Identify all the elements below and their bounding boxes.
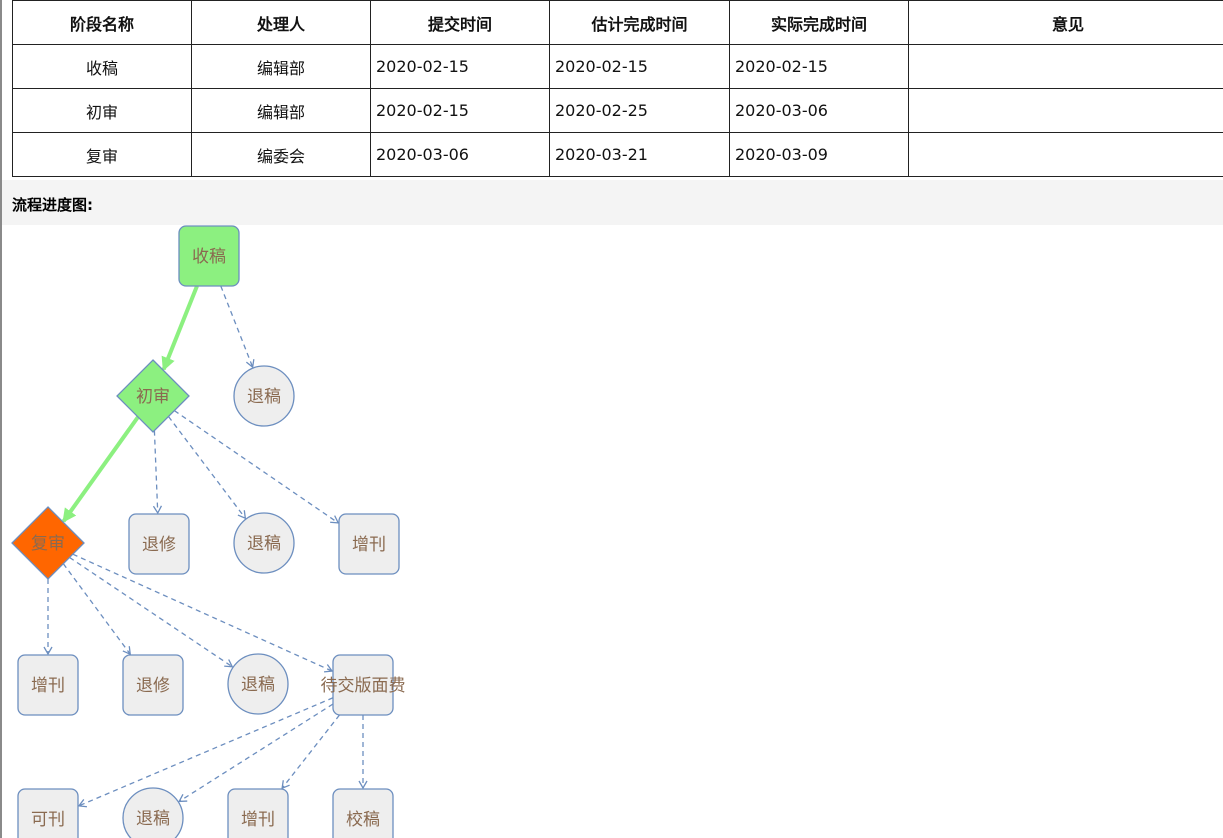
flow-node-label: 增刊 — [241, 810, 275, 830]
flow-node-tuigao1[interactable]: 退稿 — [233, 365, 295, 427]
flow-node-label: 退修 — [142, 535, 176, 555]
flow-node-label: 校稿 — [346, 810, 380, 830]
flow-edge-possible — [62, 563, 132, 656]
flow-node-daijiao[interactable]: 待交版面费 — [321, 654, 406, 716]
flow-node-kekan[interactable]: 可刊 — [17, 788, 79, 838]
flow-node-label: 退稿 — [247, 387, 281, 407]
flow-edge-possible — [77, 697, 334, 808]
flow-edge-possible — [152, 430, 163, 515]
flow-node-label: 增刊 — [352, 535, 386, 555]
flow-node-label: 待交版面费 — [321, 676, 406, 696]
flow-diagram: 收稿退稿初审退修 退稿 增刊复审增刊 退修 退稿 待交版面费可刊 退稿 增刊 校稿 — [11, 225, 406, 838]
flow-node-zengkan1[interactable]: 增刊 — [338, 513, 400, 575]
flow-node-label: 初审 — [136, 387, 170, 407]
flow-node-fushen[interactable]: 复审 — [11, 506, 85, 580]
flow-edges — [43, 285, 368, 808]
flow-node-label: 复审 — [31, 534, 65, 554]
flow-node-label: 可刊 — [31, 810, 65, 830]
flow-node-tuigao3[interactable]: 退稿 — [227, 653, 289, 715]
flow-node-label: 收稿 — [192, 247, 226, 267]
flow-node-label: 增刊 — [31, 676, 65, 696]
flow-node-zengkan3[interactable]: 增刊 — [227, 788, 289, 838]
flow-edge-possible — [281, 714, 341, 790]
flow-edge-possible — [173, 410, 340, 524]
flow-node-label: 退稿 — [136, 809, 170, 829]
flow-node-chushen[interactable]: 初审 — [116, 359, 190, 433]
flow-node-label: 退修 — [136, 676, 170, 696]
flow-node-tuixiu1[interactable]: 退修 — [128, 513, 190, 575]
flow-edge-completed — [61, 415, 140, 523]
flow-node-label: 退稿 — [247, 534, 281, 554]
flow-edge-possible — [220, 285, 255, 369]
flow-node-zengkan2[interactable]: 增刊 — [17, 654, 79, 716]
flow-nodes: 收稿退稿初审退修 退稿 增刊复审增刊 退修 退稿 待交版面费可刊 退稿 增刊 校稿 — [11, 225, 406, 838]
flow-node-tuigao4[interactable]: 退稿 — [122, 787, 184, 838]
flow-node-tuixiu2[interactable]: 退修 — [122, 654, 184, 716]
flow-node-label: 退稿 — [241, 675, 275, 695]
flow-node-shougao[interactable]: 收稿 — [178, 225, 240, 287]
flow-node-tuigao2[interactable]: 退稿 — [233, 512, 295, 574]
flow-node-jiaogao[interactable]: 校稿 — [332, 788, 394, 838]
flow-edge-completed — [161, 285, 199, 372]
flow-edge-possible — [167, 416, 247, 520]
flow-edge-possible — [72, 553, 334, 673]
